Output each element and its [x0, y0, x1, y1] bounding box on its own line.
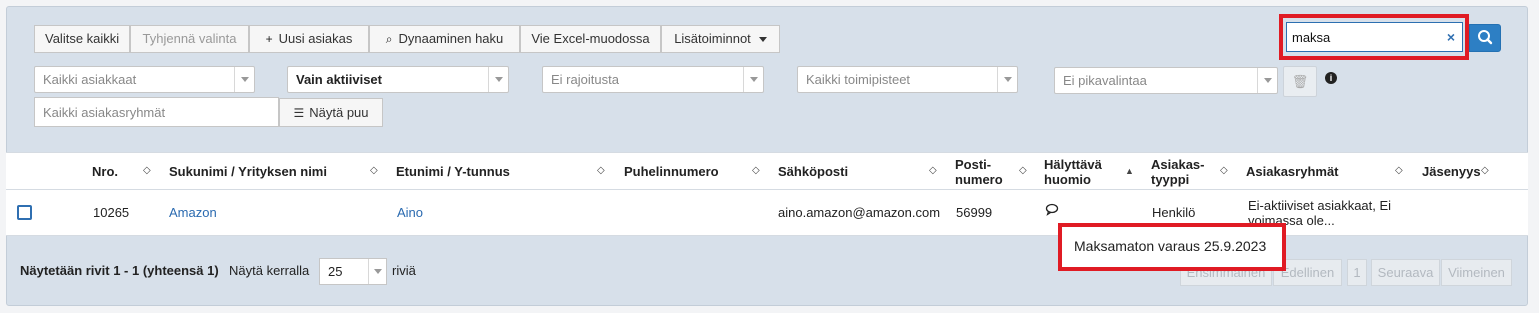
restriction-filter-value: Ei rajoitusta — [551, 72, 619, 87]
table-header: Nro. ◇ Sukunimi / Yrityksen nimi ◇ Etuni… — [6, 152, 1528, 190]
quick-select-value: Ei pikavalintaa — [1063, 73, 1147, 88]
col-surname[interactable]: Sukunimi / Yrityksen nimi — [169, 153, 327, 190]
cell-firstname-link[interactable]: Aino — [397, 205, 423, 220]
rows-suffix: riviä — [392, 263, 416, 278]
sort-icon[interactable]: ◇ — [929, 165, 937, 176]
search-icon: ⌕ — [385, 32, 393, 46]
cell-surname-link[interactable]: Amazon — [169, 205, 217, 220]
col-phone[interactable]: Puhelinnumero — [624, 153, 719, 190]
show-tree-label: Näytä puu — [309, 105, 369, 120]
col-nro[interactable]: Nro. — [92, 153, 118, 190]
search-input[interactable] — [1286, 22, 1463, 52]
per-page-value: 25 — [328, 264, 343, 279]
offices-filter-select[interactable]: Kaikki toimipisteet — [797, 66, 1018, 93]
dropdown-arrow-icon — [743, 67, 763, 92]
list-icon: ☰ — [293, 106, 305, 120]
customer-groups-input[interactable] — [34, 97, 279, 127]
new-customer-label: Uusi asiakas — [278, 31, 353, 46]
per-page-select[interactable]: 25 — [319, 258, 387, 285]
search-highlight: × — [1279, 14, 1469, 60]
clear-selection-button[interactable]: Tyhjennä valinta — [130, 25, 249, 53]
customers-filter-value: Kaikki asiakkaat — [43, 72, 137, 87]
row-checkbox[interactable] — [17, 205, 32, 220]
alert-tooltip-text: Maksamaton varaus 25.9.2023 — [1074, 238, 1267, 254]
active-filter-value: Vain aktiiviset — [296, 72, 382, 87]
col-membership[interactable]: Jäsenyys — [1422, 153, 1481, 190]
customers-filter-select[interactable]: Kaikki asiakkaat — [34, 66, 255, 93]
dropdown-arrow-icon — [368, 259, 386, 284]
sort-icon[interactable]: ◇ — [370, 165, 378, 176]
more-actions-label: Lisätoiminnot — [674, 31, 751, 46]
cell-type: Henkilö — [1152, 205, 1196, 220]
sort-icon[interactable]: ◇ — [143, 165, 151, 176]
comment-icon[interactable] — [1045, 203, 1059, 219]
sort-icon[interactable]: ◇ — [1481, 165, 1489, 176]
dropdown-arrow-icon — [1257, 68, 1277, 93]
col-firstname[interactable]: Etunimi / Y-tunnus — [396, 153, 510, 190]
col-type[interactable]: Asiakas-tyyppi — [1151, 153, 1204, 190]
dynamic-search-label: Dynaaminen haku — [398, 31, 504, 46]
cell-nro: 10265 — [93, 205, 130, 220]
cell-email: aino.amazon@amazon.com — [778, 205, 941, 220]
select-all-button[interactable]: Valitse kaikki — [34, 25, 130, 53]
dropdown-arrow-icon — [488, 67, 508, 92]
row-count-text: Näytetään rivit 1 - 1 (yhteensä 1) — [20, 263, 219, 278]
search-button[interactable] — [1469, 24, 1501, 52]
next-page-button[interactable]: Seuraava — [1371, 259, 1440, 286]
magnifier-icon — [1478, 30, 1493, 45]
quick-select-filter[interactable]: Ei pikavalintaa — [1054, 67, 1278, 94]
show-tree-button[interactable]: ☰ Näytä puu — [279, 98, 383, 127]
alert-tooltip: Maksamaton varaus 25.9.2023 — [1058, 223, 1286, 271]
col-alert[interactable]: Hälyttävä huomio — [1044, 153, 1102, 190]
plus-icon: + — [265, 32, 273, 46]
sort-icon[interactable]: ◇ — [1019, 165, 1027, 176]
cell-postal: 56999 — [956, 205, 993, 220]
dropdown-arrow-icon — [997, 67, 1017, 92]
dynamic-search-button[interactable]: ⌕ Dynaaminen haku — [369, 25, 520, 53]
restriction-filter-select[interactable]: Ei rajoitusta — [542, 66, 764, 93]
trash-icon[interactable]: 🗑 — [1283, 66, 1317, 97]
info-icon[interactable]: i — [1325, 72, 1337, 84]
per-page-label: Näytä kerralla — [229, 263, 310, 278]
sort-icon[interactable]: ◇ — [752, 165, 760, 176]
sort-icon[interactable]: ◇ — [1395, 165, 1403, 176]
more-actions-dropdown[interactable]: Lisätoiminnot — [661, 25, 780, 53]
last-page-button[interactable]: Viimeinen — [1441, 259, 1512, 286]
caret-down-icon — [758, 37, 767, 43]
sort-icon[interactable]: ◇ — [1220, 165, 1228, 176]
clear-search-icon[interactable]: × — [1447, 30, 1455, 44]
dropdown-arrow-icon — [234, 67, 254, 92]
col-groups[interactable]: Asiakasryhmät — [1246, 153, 1339, 190]
offices-filter-value: Kaikki toimipisteet — [806, 72, 911, 87]
page-number-button[interactable]: 1 — [1347, 259, 1367, 286]
table-row: 10265 Amazon Aino aino.amazon@amazon.com… — [6, 190, 1528, 236]
new-customer-button[interactable]: + Uusi asiakas — [249, 25, 369, 53]
col-email[interactable]: Sähköposti — [778, 153, 848, 190]
export-excel-button[interactable]: Vie Excel-muodossa — [520, 25, 661, 53]
sort-asc-icon[interactable]: ▲ — [1125, 166, 1134, 176]
sort-icon[interactable]: ◇ — [597, 165, 605, 176]
col-postal[interactable]: Posti-numero — [955, 153, 1003, 190]
active-filter-select[interactable]: Vain aktiiviset — [287, 66, 509, 93]
